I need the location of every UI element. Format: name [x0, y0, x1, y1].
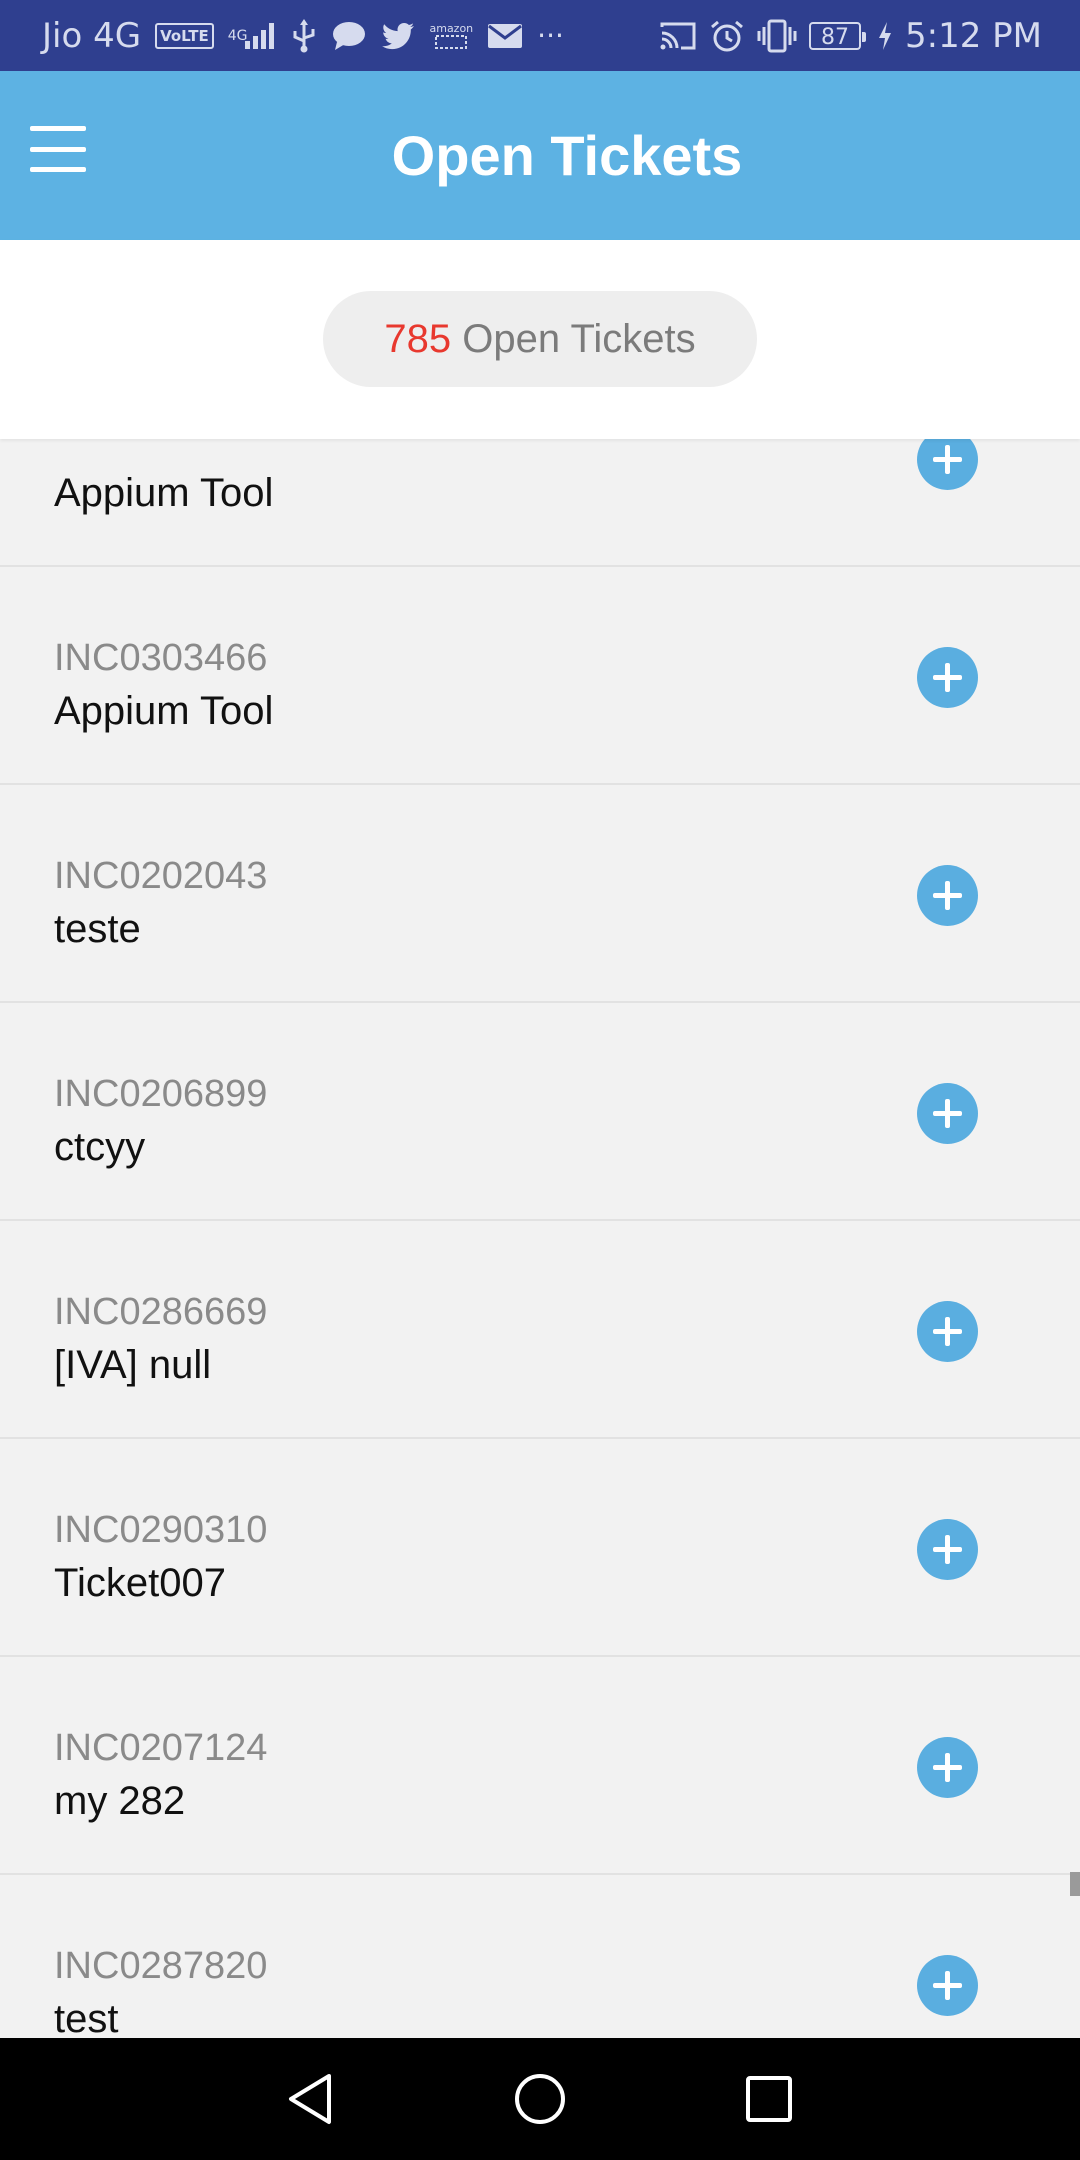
add-ticket-icon[interactable]: [917, 439, 978, 490]
ticket-count-panel: 785 Open Tickets: [0, 240, 1080, 439]
ticket-count-label: Open Tickets: [451, 317, 696, 361]
status-bar-right: 87 5:12 PM: [659, 0, 1042, 71]
add-ticket-icon[interactable]: [917, 647, 978, 708]
carrier-label: Jio 4G: [42, 15, 142, 56]
scrollbar-thumb[interactable]: [1070, 1872, 1080, 1896]
ticket-row[interactable]: INC0287820 test: [0, 1875, 1080, 2038]
ticket-id: INC0202043: [54, 855, 268, 897]
ticket-row[interactable]: Appium Tool: [0, 439, 1080, 567]
ticket-description: test: [54, 1997, 119, 2038]
ticket-row[interactable]: INC0303466 Appium Tool: [0, 567, 1080, 785]
ticket-description: Appium Tool: [54, 471, 274, 515]
add-ticket-icon[interactable]: [917, 1737, 978, 1798]
ticket-description: ctcyy: [54, 1125, 146, 1169]
clock: 5:12 PM: [905, 15, 1042, 56]
add-ticket-icon[interactable]: [917, 1083, 978, 1144]
ticket-id: INC0290310: [54, 1509, 268, 1551]
message-icon: [331, 20, 367, 52]
ticket-list[interactable]: Appium Tool INC0303466 Appium Tool INC02…: [0, 439, 1080, 2038]
cast-icon: [659, 21, 697, 51]
ticket-description: my 282: [54, 1779, 186, 1823]
ticket-count-badge: 785 Open Tickets: [323, 291, 757, 387]
app-bar: Open Tickets: [0, 71, 1080, 240]
ticket-row[interactable]: INC0206899 ctcyy: [0, 1003, 1080, 1221]
back-icon[interactable]: [250, 2038, 370, 2160]
battery-icon: 87: [809, 21, 866, 50]
recents-icon[interactable]: [709, 2038, 829, 2160]
ticket-description: teste: [54, 907, 141, 951]
vibrate-icon: [757, 19, 797, 53]
ticket-id: INC0206899: [54, 1073, 268, 1115]
ticket-id: INC0207124: [54, 1727, 268, 1769]
twitter-icon: [381, 22, 415, 50]
usb-icon: [291, 18, 317, 53]
mail-icon: [487, 22, 523, 50]
status-bar: Jio 4G VoLTE 4G amazon ··· 87 5:12 PM: [0, 0, 1080, 71]
amazon-icon: amazon: [429, 22, 473, 49]
more-notifications-icon: ···: [537, 19, 564, 52]
volte-icon: VoLTE: [155, 22, 214, 49]
ticket-list-content: Appium Tool INC0303466 Appium Tool INC02…: [0, 439, 1080, 2038]
alarm-icon: [709, 19, 745, 53]
status-bar-left: Jio 4G VoLTE 4G amazon ···: [42, 0, 564, 71]
add-ticket-icon[interactable]: [917, 1955, 978, 2016]
charging-icon: [877, 21, 893, 51]
app-screen: Jio 4G VoLTE 4G amazon ··· 87 5:12 PM Op…: [0, 0, 1080, 2160]
add-ticket-icon[interactable]: [917, 865, 978, 926]
ticket-description: Ticket007: [54, 1561, 226, 1605]
signal-icon: 4G: [228, 21, 278, 51]
ticket-description: Appium Tool: [54, 689, 274, 733]
ticket-description: [IVA] null: [54, 1343, 212, 1387]
ticket-row[interactable]: INC0207124 my 282: [0, 1657, 1080, 1875]
ticket-id: INC0286669: [54, 1291, 268, 1333]
navigation-bar: [0, 2038, 1080, 2160]
ticket-id: INC0287820: [54, 1945, 268, 1987]
ticket-row[interactable]: INC0202043 teste: [0, 785, 1080, 1003]
page-title: Open Tickets: [391, 124, 743, 187]
add-ticket-icon[interactable]: [917, 1519, 978, 1580]
ticket-id: INC0303466: [54, 637, 268, 679]
ticket-row[interactable]: INC0286669 [IVA] null: [0, 1221, 1080, 1439]
ticket-row[interactable]: INC0290310 Ticket007: [0, 1439, 1080, 1657]
add-ticket-icon[interactable]: [917, 1301, 978, 1362]
ticket-count-number: 785: [384, 317, 452, 361]
home-icon[interactable]: [480, 2038, 600, 2160]
